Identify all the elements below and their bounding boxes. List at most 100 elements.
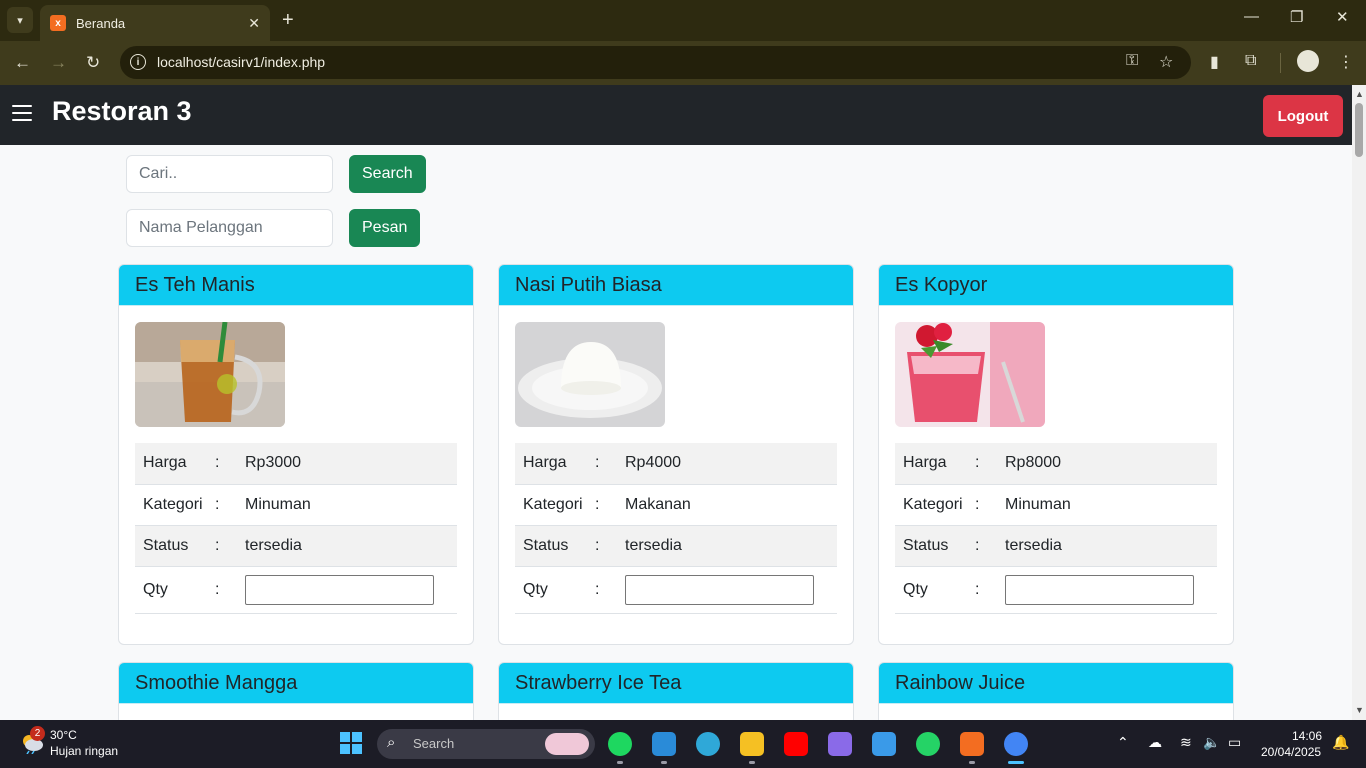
menu-item-name: Nasi Putih Biasa bbox=[515, 273, 662, 296]
harga-label: Harga bbox=[895, 443, 975, 485]
vscode-icon[interactable] bbox=[652, 732, 676, 756]
kategori-label: Kategori bbox=[135, 484, 215, 526]
card-header: Strawberry Ice Tea bbox=[499, 663, 853, 704]
forward-icon[interactable]: → bbox=[50, 53, 67, 73]
weather-description[interactable]: Hujan ringan bbox=[50, 744, 118, 758]
spotify-icon[interactable] bbox=[608, 732, 632, 756]
qty-label: Qty bbox=[135, 566, 215, 614]
bookmark-star-icon[interactable]: ☆ bbox=[1159, 52, 1173, 72]
site-info-icon[interactable]: i bbox=[130, 54, 146, 70]
white-rice-image bbox=[515, 322, 665, 427]
address-bar[interactable]: i localhost/casirv1/index.php ⚿ ☆ bbox=[120, 46, 1191, 79]
menu-kebab-icon[interactable]: ⋮ bbox=[1338, 52, 1354, 72]
qty-input[interactable] bbox=[245, 574, 434, 605]
colon: : bbox=[215, 443, 237, 485]
password-key-icon[interactable]: ⚿ bbox=[1126, 52, 1138, 70]
minimize-icon[interactable]: — bbox=[1244, 8, 1259, 25]
search-icon: ⌕ bbox=[387, 734, 396, 751]
order-button[interactable]: Pesan bbox=[349, 209, 421, 247]
hamburger-menu-icon[interactable] bbox=[12, 105, 32, 121]
microsoft-store-icon[interactable] bbox=[872, 732, 896, 756]
tab-search-icon[interactable]: ▾ bbox=[7, 7, 33, 33]
window-close-icon[interactable]: ✕ bbox=[1336, 8, 1349, 26]
volume-icon[interactable]: 🔈 bbox=[1203, 734, 1220, 751]
menu-card: Rainbow Juice bbox=[878, 662, 1234, 720]
iced-tea-image bbox=[135, 322, 285, 427]
scroll-thumb[interactable] bbox=[1355, 103, 1363, 157]
menu-item-name: Es Teh Manis bbox=[135, 273, 255, 296]
scroll-up-icon[interactable]: ▲ bbox=[1355, 89, 1364, 99]
reload-icon[interactable]: ↻ bbox=[86, 53, 100, 73]
edge-icon[interactable] bbox=[696, 732, 720, 756]
search-input[interactable] bbox=[126, 155, 333, 193]
youtube-icon[interactable] bbox=[784, 732, 808, 756]
active-app-indicator bbox=[1008, 761, 1024, 764]
colon: : bbox=[215, 484, 237, 526]
customer-name-input[interactable] bbox=[126, 209, 333, 247]
qty-input[interactable] bbox=[625, 574, 814, 605]
clock-date[interactable]: 20/04/2025 bbox=[1261, 745, 1321, 759]
menu-card: Nasi Putih Biasa Harga: Rp4000 Kategori: M… bbox=[498, 264, 854, 645]
taskbar-search-label: Search bbox=[413, 736, 455, 751]
qty-label: Qty bbox=[895, 566, 975, 614]
logout-button[interactable]: Logout bbox=[1263, 95, 1343, 137]
running-indicator bbox=[749, 761, 755, 764]
kategori-value: Minuman bbox=[237, 484, 457, 526]
brand-title[interactable]: Restoran 3 bbox=[52, 96, 192, 127]
windows-start-icon[interactable] bbox=[340, 732, 362, 754]
new-tab-icon[interactable]: + bbox=[282, 9, 294, 32]
es-kopyor-image bbox=[895, 322, 1045, 427]
copilot-icon[interactable] bbox=[828, 732, 852, 756]
menu-card: Strawberry Ice Tea bbox=[498, 662, 854, 720]
colon: : bbox=[595, 525, 617, 567]
onedrive-cloud-icon[interactable]: ☁ bbox=[1148, 734, 1162, 751]
menu-card: Es Kopyor Harga: Rp8000 Kategori: Minuman … bbox=[878, 264, 1234, 645]
running-indicator bbox=[969, 761, 975, 764]
kategori-value: Minuman bbox=[997, 484, 1217, 526]
colon: : bbox=[215, 525, 237, 567]
menu-item-name: Smoothie Mangga bbox=[135, 671, 298, 694]
notification-badge: 2 bbox=[30, 726, 45, 741]
colon: : bbox=[215, 566, 237, 614]
profile-avatar-icon[interactable] bbox=[1297, 50, 1319, 72]
clipboard-icon[interactable]: ▮ bbox=[1210, 52, 1219, 72]
browser-tab-bar: ▾ x Beranda ✕ + — ❐ ✕ bbox=[0, 0, 1366, 41]
file-explorer-icon[interactable] bbox=[740, 732, 764, 756]
chevron-up-icon[interactable]: ⌃ bbox=[1117, 734, 1129, 751]
url-text[interactable]: localhost/casirv1/index.php bbox=[157, 54, 325, 70]
colon: : bbox=[595, 484, 617, 526]
browser-tab[interactable]: x Beranda ✕ bbox=[40, 5, 270, 41]
extensions-icon[interactable]: ⧉ bbox=[1245, 52, 1256, 70]
colon: : bbox=[975, 525, 997, 567]
wifi-icon[interactable]: ≋ bbox=[1180, 734, 1192, 751]
colon: : bbox=[975, 484, 997, 526]
menu-detail-table: Harga: Rp8000 Kategori: Minuman Status: ter… bbox=[895, 443, 1217, 614]
app-navbar: Restoran 3 Logout bbox=[0, 85, 1352, 145]
scroll-down-icon[interactable]: ▼ bbox=[1355, 705, 1364, 715]
card-header: Nasi Putih Biasa bbox=[499, 265, 853, 306]
colon: : bbox=[975, 443, 997, 485]
status-value: tersedia bbox=[237, 525, 457, 567]
kategori-label: Kategori bbox=[895, 484, 975, 526]
battery-icon[interactable]: ▭ bbox=[1228, 734, 1241, 751]
weather-temperature[interactable]: 30°C bbox=[50, 728, 77, 742]
back-icon[interactable]: ← bbox=[14, 53, 31, 73]
notification-bell-icon[interactable]: 🔔 bbox=[1332, 734, 1349, 751]
card-header: Smoothie Mangga bbox=[119, 663, 473, 704]
chrome-icon[interactable] bbox=[1004, 732, 1028, 756]
xampp-icon[interactable] bbox=[960, 732, 984, 756]
page-scrollbar[interactable]: ▲ ▼ bbox=[1352, 85, 1366, 720]
kategori-label: Kategori bbox=[515, 484, 595, 526]
taskbar-search[interactable]: ⌕ Search bbox=[377, 729, 595, 759]
qty-input[interactable] bbox=[1005, 574, 1194, 605]
maximize-icon[interactable]: ❐ bbox=[1290, 8, 1303, 26]
status-value: tersedia bbox=[997, 525, 1217, 567]
harga-value: Rp3000 bbox=[237, 443, 457, 485]
harga-label: Harga bbox=[515, 443, 595, 485]
search-highlight-bird-icon bbox=[545, 733, 589, 755]
search-button[interactable]: Search bbox=[349, 155, 426, 193]
menu-detail-table: Harga: Rp3000 Kategori: Minuman Status: ter… bbox=[135, 443, 457, 614]
whatsapp-icon[interactable] bbox=[916, 732, 940, 756]
close-icon[interactable]: ✕ bbox=[248, 15, 260, 32]
clock-time[interactable]: 14:06 bbox=[1292, 729, 1322, 743]
